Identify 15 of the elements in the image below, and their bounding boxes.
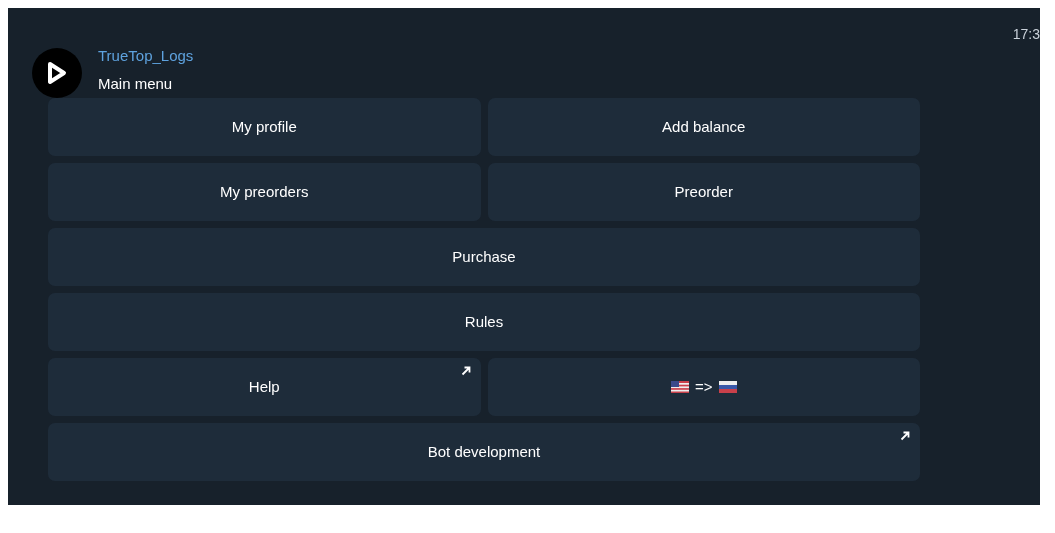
menu-button[interactable]: Add balance — [487, 98, 920, 156]
menu-button[interactable]: Rules — [48, 293, 920, 351]
menu-button[interactable]: Bot development — [48, 423, 920, 481]
menu-button[interactable]: Help — [48, 358, 481, 416]
us-flag-icon — [671, 381, 689, 393]
ru-flag-icon — [718, 381, 737, 393]
language-button[interactable]: => — [487, 358, 920, 416]
menu-button[interactable]: My preorders — [48, 163, 481, 221]
menu-button[interactable]: Preorder — [487, 163, 920, 221]
bot-avatar[interactable] — [32, 48, 82, 98]
menu-button[interactable]: Purchase — [48, 228, 920, 286]
message-text: Main menu — [98, 74, 174, 94]
sender-name[interactable]: TrueTop_Logs — [98, 46, 920, 66]
menu-button[interactable]: My profile — [48, 98, 481, 156]
message-time: 17:3 — [1012, 25, 1040, 44]
